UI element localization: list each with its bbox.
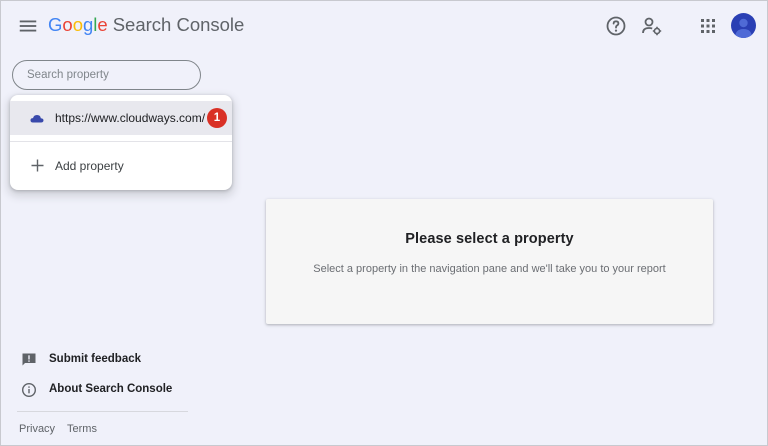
- logo-letter: e: [97, 14, 108, 35]
- help-icon[interactable]: [604, 14, 628, 38]
- about-search-console-link[interactable]: About Search Console: [21, 380, 191, 400]
- logo-letter: o: [72, 14, 83, 35]
- manage-account-icon[interactable]: [640, 14, 664, 38]
- property-item[interactable]: https://www.cloudways.com/ 1: [10, 101, 232, 135]
- card-title: Please select a property: [405, 231, 574, 247]
- footer-divider: [17, 411, 188, 412]
- feedback-label: Submit feedback: [49, 353, 142, 365]
- product-name: Search Console: [112, 14, 245, 35]
- property-dropdown: https://www.cloudways.com/ 1 Add propert…: [10, 95, 232, 190]
- plus-icon: [31, 159, 44, 172]
- search-property-input[interactable]: [12, 60, 201, 90]
- top-app-bar: Google Search Console: [1, 1, 767, 51]
- account-avatar[interactable]: [731, 13, 756, 38]
- add-property-label: Add property: [55, 159, 124, 173]
- submit-feedback-link[interactable]: Submit feedback: [21, 350, 191, 370]
- search-console-logo[interactable]: Google Search Console: [48, 14, 244, 36]
- about-label: About Search Console: [49, 383, 173, 395]
- avatar-user-icon: [735, 18, 752, 38]
- logo-letter: o: [62, 14, 73, 35]
- dropdown-divider: [10, 141, 232, 142]
- property-count-badge: 1: [207, 108, 227, 128]
- terms-link[interactable]: Terms: [67, 423, 97, 435]
- logo-letter: g: [82, 14, 94, 35]
- select-property-card: Please select a property Select a proper…: [266, 199, 713, 324]
- privacy-link[interactable]: Privacy: [19, 423, 55, 435]
- menu-icon[interactable]: [17, 15, 39, 37]
- card-subtitle: Select a property in the navigation pane…: [313, 263, 666, 275]
- info-icon: [21, 382, 37, 398]
- add-property-button[interactable]: Add property: [10, 151, 232, 181]
- logo-letter: G: [48, 14, 63, 35]
- apps-grid-icon[interactable]: [696, 14, 720, 38]
- feedback-icon: [22, 353, 36, 366]
- cloud-icon: [30, 115, 44, 123]
- property-url: https://www.cloudways.com/: [55, 111, 206, 125]
